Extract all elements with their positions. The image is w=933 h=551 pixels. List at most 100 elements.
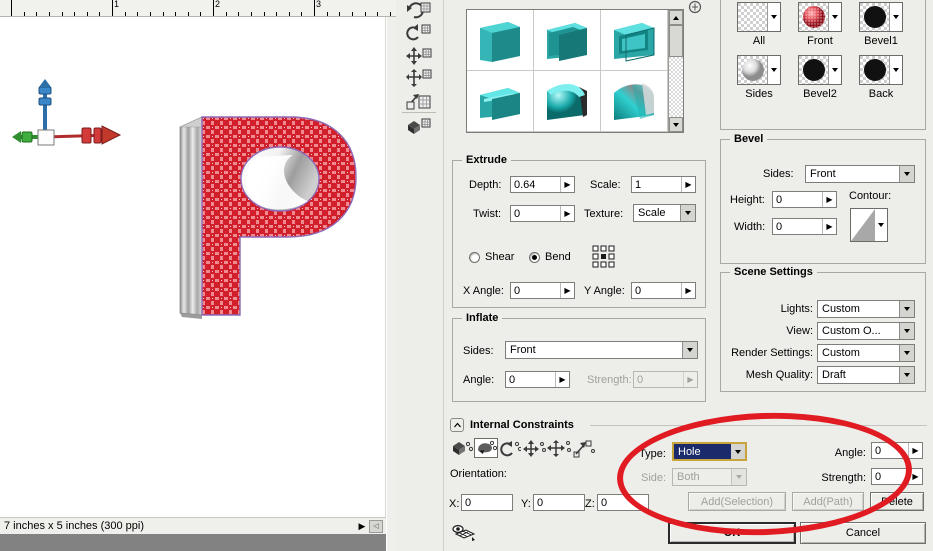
preset-scroll-up-button[interactable] bbox=[669, 10, 683, 25]
scale-field[interactable]: 1 ▶ bbox=[631, 176, 696, 193]
material-back-chevron-down-icon[interactable] bbox=[890, 56, 902, 84]
inflate-sides-chevron-down-icon[interactable] bbox=[682, 342, 697, 358]
material-swatch-bevel2[interactable] bbox=[798, 55, 842, 85]
cancel-button[interactable]: Cancel bbox=[800, 522, 926, 544]
constraint-y-field[interactable]: 0 bbox=[533, 494, 585, 511]
bevel-contour-chevron-down-icon[interactable] bbox=[875, 209, 887, 241]
shape-preset-scrollbar[interactable] bbox=[668, 10, 683, 132]
3d-axis-gizmo[interactable] bbox=[8, 79, 123, 167]
render-settings-value[interactable]: Custom bbox=[818, 345, 899, 361]
material-bevel2-chevron-down-icon[interactable] bbox=[829, 56, 841, 84]
constraint-strength-value[interactable]: 0 bbox=[872, 469, 908, 484]
bevel-width-spinner-icon[interactable]: ▶ bbox=[822, 219, 836, 234]
horizontal-ruler[interactable]: 123 bbox=[0, 0, 396, 17]
constraint-scale-tool-icon[interactable] bbox=[572, 439, 596, 459]
mesh-tool-icon[interactable] bbox=[404, 116, 434, 138]
inflate-angle-value[interactable]: 0 bbox=[506, 372, 555, 387]
inflate-angle-spinner-icon[interactable]: ▶ bbox=[555, 372, 569, 387]
constraint-rotate-tool-icon[interactable] bbox=[498, 439, 522, 459]
twist-spinner-icon[interactable]: ▶ bbox=[560, 206, 574, 221]
scale-tool-icon[interactable] bbox=[404, 90, 434, 112]
constraint-type-chevron-down-icon[interactable] bbox=[730, 444, 745, 459]
constraint-type-dropdown[interactable]: Hole bbox=[672, 442, 747, 461]
bend-radio[interactable]: Bend bbox=[529, 251, 571, 263]
texture-value[interactable]: Scale bbox=[634, 205, 680, 221]
delete-constraint-button[interactable]: Delete bbox=[870, 492, 924, 511]
view-chevron-down-icon[interactable] bbox=[899, 323, 914, 339]
inflate-sides-dropdown[interactable]: Front bbox=[505, 341, 698, 359]
scale-spinner-icon[interactable]: ▶ bbox=[681, 177, 695, 192]
material-swatch-bevel1[interactable] bbox=[859, 2, 903, 32]
preset-scroll-track[interactable] bbox=[669, 57, 683, 117]
texture-dropdown[interactable]: Scale bbox=[633, 204, 696, 222]
mesh-quality-chevron-down-icon[interactable] bbox=[899, 367, 914, 383]
shape-preset-inset-frame-box[interactable] bbox=[601, 10, 668, 71]
constraint-strength-field[interactable]: 0 ▶ bbox=[871, 468, 923, 485]
ok-button[interactable]: OK bbox=[668, 522, 796, 544]
bevel-width-value[interactable]: 0 bbox=[773, 219, 822, 234]
mesh-quality-dropdown[interactable]: Draft bbox=[817, 366, 915, 384]
x-angle-field[interactable]: 0 ▶ bbox=[510, 282, 575, 299]
preset-scroll-down-button[interactable] bbox=[669, 117, 683, 132]
constraint-angle-field[interactable]: 0 ▶ bbox=[871, 442, 923, 459]
view-dropdown[interactable]: Custom O... bbox=[817, 322, 915, 340]
material-sides-chevron-down-icon[interactable] bbox=[768, 56, 780, 84]
bevel-height-value[interactable]: 0 bbox=[773, 192, 822, 207]
texture-chevron-down-icon[interactable] bbox=[680, 205, 695, 221]
bevel-height-field[interactable]: 0 ▶ bbox=[772, 191, 837, 208]
roll-tool-icon[interactable] bbox=[404, 22, 434, 44]
rotate-tool-icon[interactable] bbox=[404, 0, 434, 22]
shape-preset-beveled-box[interactable] bbox=[534, 10, 601, 71]
constraint-z-field[interactable]: 0 bbox=[597, 494, 649, 511]
material-swatch-sides[interactable] bbox=[737, 55, 781, 85]
constraint-type-value[interactable]: Hole bbox=[674, 444, 730, 459]
material-bevel1-chevron-down-icon[interactable] bbox=[890, 3, 902, 31]
slide-tool-icon[interactable] bbox=[404, 68, 434, 90]
y-angle-spinner-icon[interactable]: ▶ bbox=[681, 283, 695, 298]
internal-constraints-collapse-icon[interactable] bbox=[450, 418, 464, 432]
render-settings-dropdown[interactable]: Custom bbox=[817, 344, 915, 362]
preset-scroll-thumb[interactable] bbox=[669, 25, 683, 57]
material-all-chevron-down-icon[interactable] bbox=[768, 3, 780, 31]
depth-field[interactable]: 0.64 ▶ bbox=[510, 176, 575, 193]
depth-value[interactable]: 0.64 bbox=[511, 177, 560, 192]
x-angle-value[interactable]: 0 bbox=[511, 283, 560, 298]
constraint-strength-spinner-icon[interactable]: ▶ bbox=[908, 469, 922, 484]
status-expand-arrow[interactable]: ▶ bbox=[355, 519, 369, 534]
status-resize-grip[interactable]: ◁ bbox=[369, 520, 383, 533]
constraint-slide-tool-icon[interactable] bbox=[547, 439, 571, 459]
drag-tool-icon[interactable] bbox=[404, 46, 434, 68]
preset-panel-menu-icon[interactable] bbox=[688, 0, 702, 14]
bevel-sides-value[interactable]: Front bbox=[806, 166, 899, 182]
y-angle-field[interactable]: 0 ▶ bbox=[631, 282, 696, 299]
twist-field[interactable]: 0 ▶ bbox=[510, 205, 575, 222]
constraint-select-tool-icon[interactable] bbox=[450, 439, 474, 459]
constraint-x-field[interactable]: 0 bbox=[461, 494, 513, 511]
inflate-angle-field[interactable]: 0 ▶ bbox=[505, 371, 570, 388]
constraint-angle-spinner-icon[interactable]: ▶ bbox=[908, 443, 922, 458]
constraint-angle-value[interactable]: 0 bbox=[872, 443, 908, 458]
render-settings-chevron-down-icon[interactable] bbox=[899, 345, 914, 361]
x-angle-spinner-icon[interactable]: ▶ bbox=[560, 283, 574, 298]
bevel-height-spinner-icon[interactable]: ▶ bbox=[822, 192, 836, 207]
view-value[interactable]: Custom O... bbox=[818, 323, 899, 339]
constraint-drag-tool-icon[interactable] bbox=[474, 438, 498, 458]
y-angle-value[interactable]: 0 bbox=[632, 283, 681, 298]
lights-dropdown[interactable]: Custom bbox=[817, 300, 915, 318]
shape-preset-thin-slab-box[interactable] bbox=[467, 71, 534, 132]
bevel-sides-chevron-down-icon[interactable] bbox=[899, 166, 914, 182]
shear-radio[interactable]: Shear bbox=[469, 251, 514, 263]
material-swatch-front[interactable] bbox=[798, 2, 842, 32]
3d-extruded-letter-object[interactable] bbox=[172, 105, 372, 327]
mesh-visibility-icon[interactable] bbox=[452, 524, 478, 544]
deform-origin-grid-icon[interactable] bbox=[592, 245, 616, 269]
lights-chevron-down-icon[interactable] bbox=[899, 301, 914, 317]
material-swatch-all[interactable] bbox=[737, 2, 781, 32]
material-front-chevron-down-icon[interactable] bbox=[829, 3, 841, 31]
twist-value[interactable]: 0 bbox=[511, 206, 560, 221]
bevel-width-field[interactable]: 0 ▶ bbox=[772, 218, 837, 235]
bevel-sides-dropdown[interactable]: Front bbox=[805, 165, 915, 183]
shape-preset-cone-inflate-box[interactable] bbox=[601, 71, 668, 132]
material-swatch-back[interactable] bbox=[859, 55, 903, 85]
shape-preset-picker[interactable] bbox=[466, 9, 684, 133]
